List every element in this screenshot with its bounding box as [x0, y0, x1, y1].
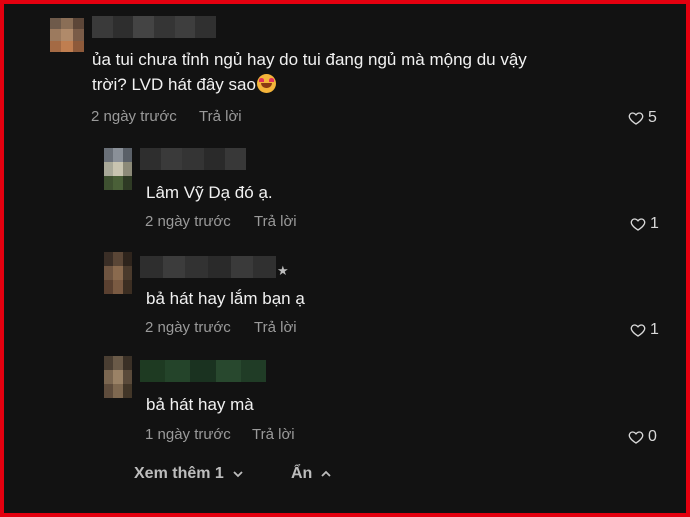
heart-icon: [628, 431, 644, 444]
reply-timestamp: 2 ngày trước: [145, 319, 231, 336]
username-blurred[interactable]: [140, 148, 247, 170]
like-button[interactable]: 0: [628, 428, 657, 446]
like-count: 1: [650, 321, 659, 338]
heart-icon: [628, 112, 644, 125]
avatar[interactable]: [104, 252, 132, 294]
like-count: 0: [648, 428, 657, 445]
avatar[interactable]: [50, 18, 84, 52]
smiling-face-with-hearts-emoji: [256, 74, 276, 93]
like-button[interactable]: 1: [630, 215, 659, 233]
like-count: 5: [648, 109, 657, 126]
username-blurred[interactable]: [140, 360, 267, 382]
hide-replies-button[interactable]: Ẩn: [291, 465, 332, 483]
like-count: 1: [650, 215, 659, 232]
avatar[interactable]: [104, 356, 132, 398]
username-blurred[interactable]: [140, 256, 277, 278]
reply-timestamp: 1 ngày trước: [145, 426, 231, 443]
comment-text: ủa tui chưa tỉnh ngủ hay do tui đang ngủ…: [92, 50, 527, 94]
heart-icon: [630, 324, 646, 337]
chevron-down-icon: [233, 471, 243, 478]
reply-text: bả hát hay lắm bạn ạ: [146, 289, 305, 308]
star-icon: ★: [277, 263, 289, 278]
reply-text: bả hát hay mà: [146, 395, 254, 414]
reply-text: Lâm Vỹ Dạ đó ạ.: [146, 183, 273, 202]
chevron-up-icon: [321, 470, 331, 477]
see-more-replies-button[interactable]: Xem thêm 1: [134, 465, 244, 483]
comment-timestamp: 2 ngày trước: [91, 108, 177, 125]
reply-button[interactable]: Trả lời: [254, 213, 297, 230]
reply-button[interactable]: Trả lời: [254, 319, 297, 336]
avatar[interactable]: [104, 148, 132, 190]
reply-button[interactable]: Trả lời: [252, 426, 295, 443]
like-button[interactable]: 5: [628, 109, 657, 127]
reply-button[interactable]: Trả lời: [199, 108, 242, 125]
username-blurred[interactable]: [92, 16, 217, 38]
comment-thread-panel: ủa tui chưa tỉnh ngủ hay do tui đang ngủ…: [0, 0, 690, 517]
reply-timestamp: 2 ngày trước: [145, 213, 231, 230]
like-button[interactable]: 1: [630, 321, 659, 339]
heart-icon: [630, 218, 646, 231]
see-more-label: Xem thêm 1: [134, 465, 224, 482]
hide-label: Ẩn: [291, 465, 313, 482]
